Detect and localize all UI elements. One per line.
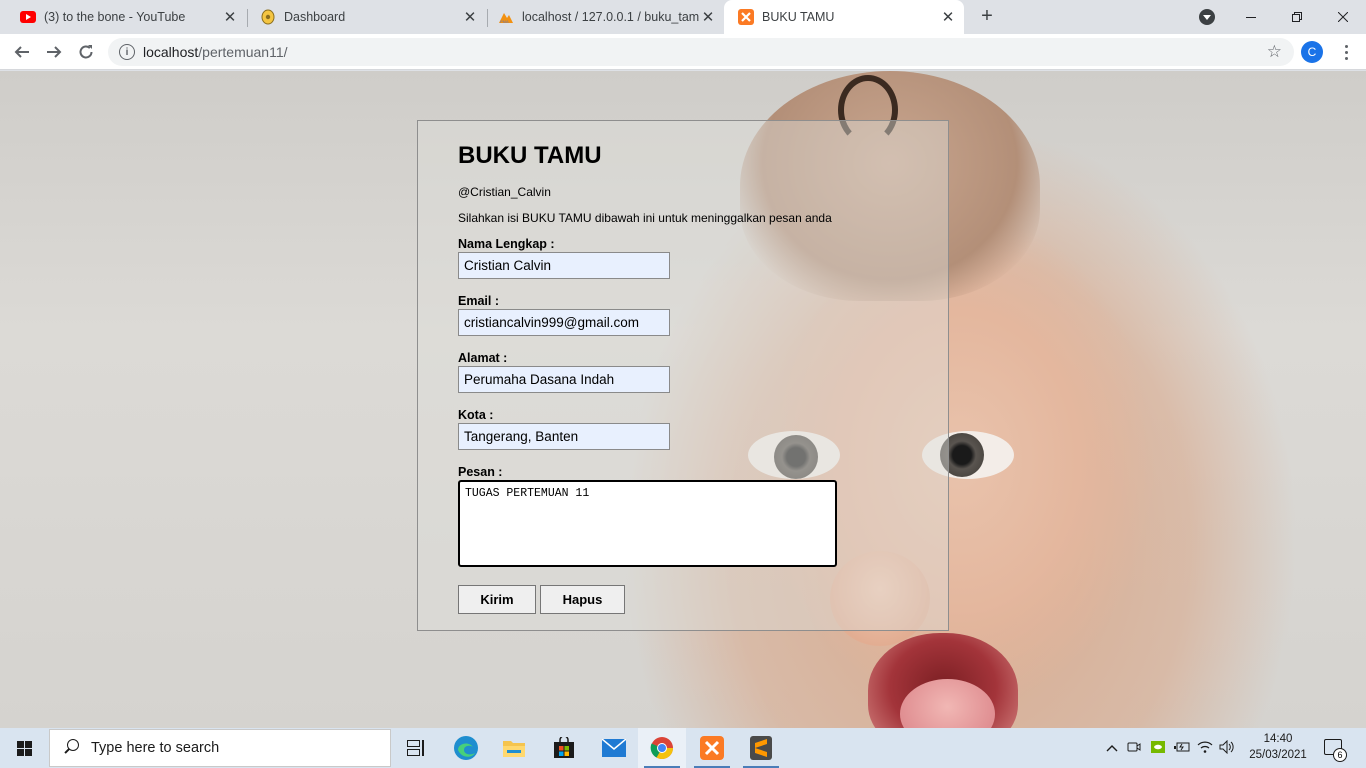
intro-text: Silahkan isi BUKU TAMU dibawah ini untuk… bbox=[458, 211, 832, 225]
forward-button[interactable] bbox=[40, 38, 68, 66]
window-controls bbox=[1228, 0, 1366, 34]
nama-input[interactable] bbox=[458, 252, 670, 279]
meet-now-icon[interactable] bbox=[1122, 740, 1146, 757]
hapus-button[interactable]: Hapus bbox=[540, 585, 625, 614]
browser-tabstrip: (3) to the bone - YouTube ✕ Dashboard ✕ … bbox=[0, 0, 1366, 34]
tab-youtube[interactable]: (3) to the bone - YouTube ✕ bbox=[0, 0, 246, 34]
tab-dashboard[interactable]: Dashboard ✕ bbox=[240, 0, 486, 34]
url-host: localhost bbox=[143, 44, 199, 60]
xampp-taskbar-icon[interactable] bbox=[688, 728, 736, 768]
close-tab-icon[interactable]: ✕ bbox=[462, 9, 478, 26]
xampp-icon bbox=[738, 9, 754, 25]
mail-icon[interactable] bbox=[590, 728, 638, 768]
reload-button[interactable] bbox=[72, 38, 100, 66]
microsoft-store-icon[interactable] bbox=[540, 728, 588, 768]
email-input[interactable] bbox=[458, 309, 670, 336]
tab-title: BUKU TAMU bbox=[762, 10, 835, 24]
sublime-text-icon[interactable] bbox=[737, 728, 785, 768]
address-bar[interactable]: i localhost/pertemuan11/ ☆ bbox=[108, 38, 1294, 66]
guest-book-form: BUKU TAMU @Cristian_Calvin Silahkan isi … bbox=[417, 120, 949, 631]
youtube-icon bbox=[20, 9, 36, 25]
browser-toolbar: i localhost/pertemuan11/ ☆ bbox=[0, 34, 1366, 70]
windows-taskbar: Type here to search 14:40 25/03/2021 6 bbox=[0, 728, 1366, 768]
url-path: /pertemuan11/ bbox=[198, 44, 288, 60]
tab-phpmyadmin[interactable]: PMA localhost / 127.0.0.1 / buku_tamu ✕ bbox=[478, 0, 724, 34]
close-tab-icon[interactable]: ✕ bbox=[700, 9, 716, 26]
search-placeholder: Type here to search bbox=[91, 740, 220, 756]
tab-title: (3) to the bone - YouTube bbox=[44, 10, 186, 24]
volume-icon[interactable] bbox=[1216, 739, 1238, 757]
start-button[interactable] bbox=[0, 728, 48, 768]
email-label: Email : bbox=[458, 294, 499, 308]
nvidia-icon[interactable] bbox=[1146, 740, 1170, 756]
system-tray bbox=[1102, 728, 1238, 768]
restore-button[interactable] bbox=[1274, 0, 1320, 34]
kota-label: Kota : bbox=[458, 408, 494, 422]
back-button[interactable] bbox=[8, 38, 36, 66]
page-viewport: BUKU TAMU @Cristian_Calvin Silahkan isi … bbox=[0, 71, 1366, 728]
alamat-label: Alamat : bbox=[458, 351, 508, 365]
close-window-button[interactable] bbox=[1320, 0, 1366, 34]
tab-title: localhost / 127.0.0.1 / buku_tamu bbox=[522, 10, 700, 24]
windows-logo-icon bbox=[16, 740, 32, 756]
close-tab-icon[interactable]: ✕ bbox=[940, 9, 956, 26]
menu-icon[interactable] bbox=[1338, 40, 1354, 64]
tab-search-icon[interactable] bbox=[1199, 9, 1215, 25]
svg-text:PMA: PMA bbox=[500, 19, 509, 24]
profile-avatar[interactable]: C bbox=[1301, 41, 1323, 63]
tab-buku-tamu[interactable]: BUKU TAMU ✕ bbox=[724, 0, 964, 34]
wifi-icon[interactable] bbox=[1194, 741, 1216, 756]
nama-label: Nama Lengkap : bbox=[458, 237, 555, 251]
chrome-icon[interactable] bbox=[638, 728, 686, 768]
kirim-button[interactable]: Kirim bbox=[458, 585, 536, 614]
clock-date: 25/03/2021 bbox=[1249, 749, 1307, 761]
system-clock[interactable]: 14:40 25/03/2021 bbox=[1240, 731, 1316, 763]
alamat-input[interactable] bbox=[458, 366, 670, 393]
battery-icon[interactable] bbox=[1170, 741, 1194, 756]
show-hidden-icons-icon[interactable] bbox=[1102, 741, 1122, 755]
taskbar-search-box[interactable]: Type here to search bbox=[49, 729, 391, 767]
task-view-icon[interactable] bbox=[392, 728, 440, 768]
minimize-button[interactable] bbox=[1228, 0, 1274, 34]
author-handle: @Cristian_Calvin bbox=[458, 185, 551, 199]
close-tab-icon[interactable]: ✕ bbox=[222, 9, 238, 26]
pesan-textarea[interactable]: TUGAS PERTEMUAN 11 bbox=[458, 480, 837, 567]
new-tab-button[interactable]: + bbox=[976, 5, 998, 27]
kota-input[interactable] bbox=[458, 423, 670, 450]
bookmark-star-icon[interactable]: ☆ bbox=[1267, 42, 1282, 62]
dashboard-icon bbox=[260, 9, 276, 25]
file-explorer-icon[interactable] bbox=[490, 728, 538, 768]
tab-title: Dashboard bbox=[284, 10, 346, 24]
search-icon bbox=[63, 739, 81, 757]
phpmyadmin-icon: PMA bbox=[498, 9, 514, 25]
page-title: BUKU TAMU bbox=[458, 142, 602, 169]
site-info-icon[interactable]: i bbox=[119, 44, 135, 60]
url-text: localhost/pertemuan11/ bbox=[143, 44, 288, 60]
pesan-label: Pesan : bbox=[458, 465, 503, 479]
edge-icon[interactable] bbox=[442, 728, 490, 768]
notification-count-badge: 6 bbox=[1333, 748, 1347, 762]
clock-time: 14:40 bbox=[1263, 733, 1293, 745]
